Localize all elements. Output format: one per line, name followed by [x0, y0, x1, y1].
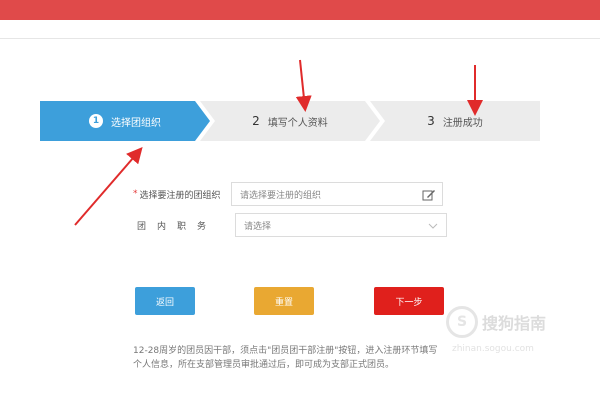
step-3: 3 注册成功	[370, 101, 540, 141]
watermark: S 搜狗指南	[446, 306, 546, 338]
org-row: * 选择要注册的团组织 请选择要注册的组织	[133, 182, 443, 206]
step-1: 1 选择团组织	[40, 101, 210, 141]
required-mark: *	[133, 189, 138, 199]
arrow-step1	[74, 146, 143, 226]
watermark-url: zhinan.sogou.com	[452, 344, 534, 354]
position-select[interactable]: 请选择	[235, 213, 447, 237]
org-label-text: 选择要注册的团组织	[139, 190, 221, 201]
next-button[interactable]: 下一步	[374, 287, 444, 315]
org-label: * 选择要注册的团组织	[133, 188, 231, 201]
back-button[interactable]: 返回	[135, 287, 195, 315]
top-bar	[0, 0, 600, 21]
watermark-text: 搜狗指南	[482, 314, 547, 333]
step-3-number: 3	[427, 114, 435, 128]
top-strip	[0, 20, 600, 39]
position-row: 团内职务 请选择	[133, 213, 447, 237]
step-1-number: 1	[89, 114, 103, 128]
step-2-number: 2	[252, 114, 260, 128]
step-2: 2 填写个人资料	[200, 101, 380, 141]
org-select-input[interactable]: 请选择要注册的组织	[231, 182, 443, 206]
chevron-down-icon	[428, 223, 438, 229]
step-1-label: 选择团组织	[111, 117, 161, 129]
step-3-label: 注册成功	[442, 117, 483, 129]
page: 1 选择团组织 2 填写个人资料 3 注册成功 * 选择要注册的团组织 请选择要…	[0, 0, 600, 400]
org-placeholder: 请选择要注册的组织	[240, 190, 322, 201]
step-2-label: 填写个人资料	[267, 117, 328, 129]
info-text: 12-28周岁的团员因干部，须点击"团员团干部注册"按钮，进入注册环节填写个人信…	[133, 346, 438, 370]
steps-progress: 1 选择团组织 2 填写个人资料 3 注册成功	[40, 101, 540, 141]
reset-button[interactable]: 重置	[254, 287, 314, 315]
position-value: 请选择	[244, 221, 272, 232]
edit-icon[interactable]	[422, 188, 436, 202]
position-label: 团内职务	[137, 221, 218, 232]
sogou-logo-icon: S	[446, 306, 478, 338]
